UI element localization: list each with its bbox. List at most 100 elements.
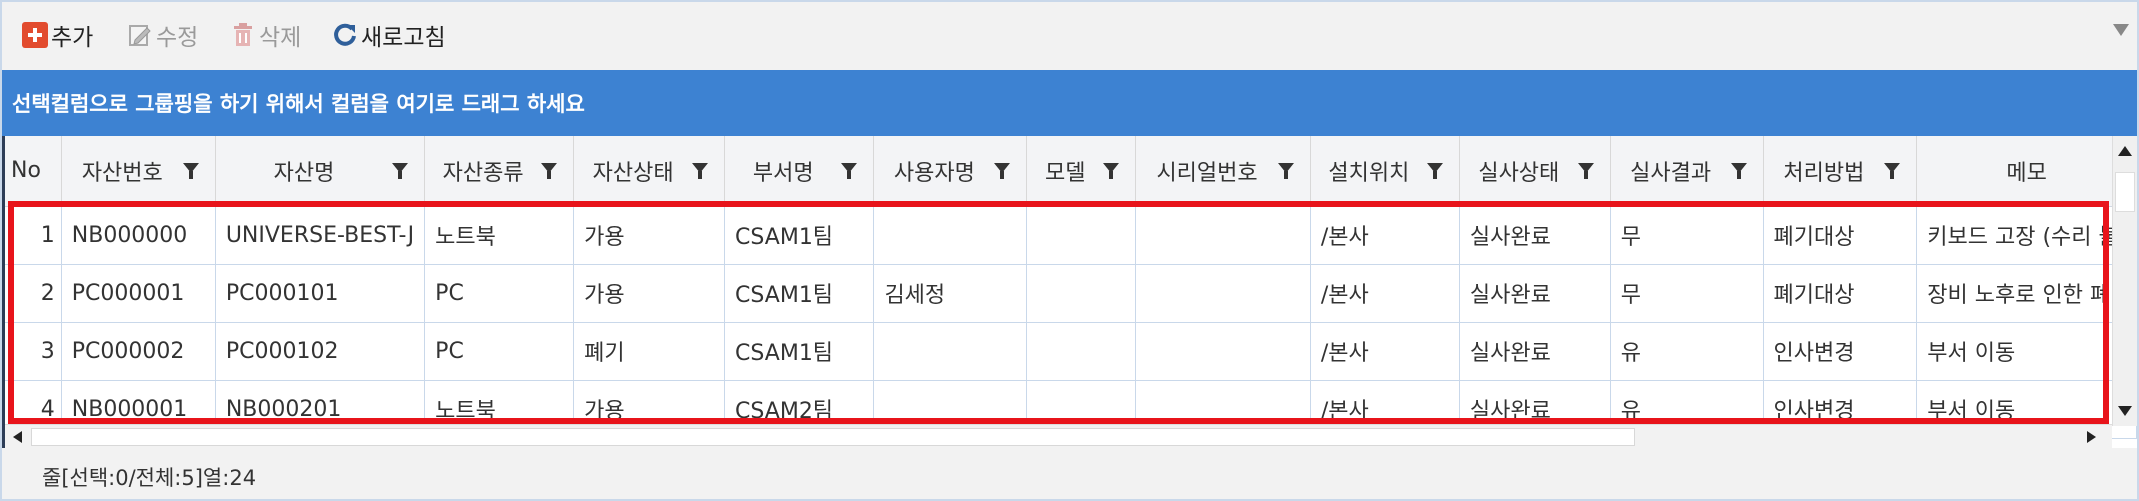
plus-icon bbox=[22, 22, 48, 48]
filter-icon[interactable] bbox=[182, 163, 199, 179]
table-cell[interactable] bbox=[1026, 264, 1137, 323]
column-header[interactable]: 자산명 bbox=[215, 136, 426, 207]
table-cell[interactable]: 키보드 고장 (수리 불 bbox=[1916, 206, 2137, 265]
table-cell[interactable]: 인사변경 bbox=[1763, 322, 1918, 381]
filter-icon[interactable] bbox=[1103, 163, 1120, 179]
table-cell[interactable]: 실사완료 bbox=[1459, 206, 1611, 265]
table-cell[interactable]: CSAM1팀 bbox=[724, 264, 875, 323]
column-header[interactable]: 실사결과 bbox=[1610, 136, 1764, 207]
asset-table: No 자산번호 자산명 자산종류 자산상태 부서명 사용자명 모델 시리얼번호 … bbox=[5, 136, 2137, 439]
column-header[interactable]: 부서명 bbox=[724, 136, 875, 207]
table-cell[interactable] bbox=[1026, 206, 1137, 265]
table-cell[interactable]: 가용 bbox=[573, 206, 726, 265]
table-cell[interactable] bbox=[873, 206, 1028, 265]
scroll-right-arrow-icon[interactable] bbox=[2087, 431, 2096, 443]
column-header[interactable]: 처리방법 bbox=[1763, 136, 1918, 207]
table-cell[interactable]: 노트북 bbox=[424, 206, 575, 265]
filter-icon[interactable] bbox=[1426, 163, 1443, 179]
table-cell[interactable] bbox=[873, 322, 1028, 381]
delete-button[interactable]: 삭제 bbox=[230, 16, 301, 54]
filter-icon[interactable] bbox=[692, 163, 709, 179]
scroll-up-arrow-icon[interactable] bbox=[2118, 146, 2132, 156]
filter-icon[interactable] bbox=[1884, 163, 1901, 179]
scroll-left-arrow-icon[interactable] bbox=[13, 431, 22, 443]
scroll-down-arrow-icon[interactable] bbox=[2118, 406, 2132, 416]
asset-grid: No 자산번호 자산명 자산종류 자산상태 부서명 사용자명 모델 시리얼번호 … bbox=[2, 136, 2137, 448]
table-cell[interactable]: PC000102 bbox=[215, 322, 426, 381]
filter-icon[interactable] bbox=[1577, 163, 1594, 179]
table-cell[interactable]: /본사 bbox=[1310, 206, 1460, 265]
table-cell[interactable]: 무 bbox=[1610, 206, 1764, 265]
status-bar-text: 줄[선택:0/전체:5]열:24 bbox=[42, 466, 257, 490]
table-cell[interactable]: 부서 이동 bbox=[1916, 322, 2137, 381]
vertical-scroll-thumb[interactable] bbox=[2115, 172, 2135, 212]
horizontal-scroll-thumb[interactable] bbox=[31, 428, 1635, 446]
table-cell[interactable]: PC000001 bbox=[61, 264, 216, 323]
column-header[interactable]: No bbox=[5, 136, 62, 207]
table-cell[interactable]: 가용 bbox=[573, 264, 726, 323]
table-cell[interactable]: 3 bbox=[5, 322, 62, 381]
column-header[interactable]: 메모 bbox=[1916, 136, 2137, 207]
filter-icon[interactable] bbox=[541, 163, 558, 179]
column-header[interactable]: 시리얼번호 bbox=[1135, 136, 1311, 207]
refresh-icon bbox=[332, 22, 358, 48]
filter-icon[interactable] bbox=[1730, 163, 1747, 179]
delete-button-label: 삭제 bbox=[259, 25, 302, 51]
table-cell[interactable]: 실사완료 bbox=[1459, 264, 1611, 323]
filter-icon[interactable] bbox=[994, 163, 1011, 179]
table-cell[interactable]: PC000101 bbox=[215, 264, 426, 323]
filter-icon[interactable] bbox=[841, 163, 858, 179]
collapse-arrow-icon[interactable] bbox=[2113, 24, 2129, 36]
edit-button[interactable]: 수정 bbox=[127, 16, 198, 54]
table-cell[interactable]: 김세정 bbox=[873, 264, 1028, 323]
group-by-panel-text: 선택컬럼으로 그룹핑을 하기 위해서 컬럼을 여기로 드래그 하세요 bbox=[12, 92, 585, 116]
refresh-button[interactable]: 새로고침 bbox=[332, 16, 446, 54]
edit-button-label: 수정 bbox=[156, 25, 199, 51]
group-by-panel[interactable]: 선택컬럼으로 그룹핑을 하기 위해서 컬럼을 여기로 드래그 하세요 bbox=[2, 70, 2137, 136]
refresh-button-label: 새로고침 bbox=[361, 25, 446, 51]
column-header[interactable]: 실사상태 bbox=[1459, 136, 1611, 207]
table-cell[interactable]: /본사 bbox=[1310, 322, 1460, 381]
add-button[interactable]: 추가 bbox=[22, 16, 93, 54]
table-cell[interactable]: CSAM1팀 bbox=[724, 206, 875, 265]
table-cell[interactable] bbox=[1135, 264, 1311, 323]
column-header[interactable]: 자산번호 bbox=[61, 136, 216, 207]
filter-icon[interactable] bbox=[1277, 163, 1294, 179]
horizontal-scrollbar[interactable] bbox=[5, 424, 2112, 448]
table-cell[interactable]: 폐기대상 bbox=[1763, 206, 1918, 265]
table-cell[interactable]: /본사 bbox=[1310, 264, 1460, 323]
toolbar: 추가 수정 삭제 새로고침 bbox=[2, 2, 2137, 68]
table-cell[interactable]: 무 bbox=[1610, 264, 1764, 323]
table-cell[interactable]: PC bbox=[424, 264, 575, 323]
table-row[interactable]: 1 NB000000 UNIVERSE-BEST-J 노트북 가용 CSAM1팀/본사 실사… bbox=[5, 206, 2137, 265]
add-button-label: 추가 bbox=[51, 25, 94, 51]
table-cell[interactable]: 유 bbox=[1610, 322, 1764, 381]
asset-grid-window: 추가 수정 삭제 새로고침 선택컬럼으로 그룹핑을 하기 위해서 컬럼을 여기로… bbox=[0, 0, 2139, 501]
table-cell[interactable]: 장비 노후로 인한 폐 bbox=[1916, 264, 2137, 323]
column-header[interactable]: 자산종류 bbox=[424, 136, 575, 207]
column-header[interactable]: 자산상태 bbox=[573, 136, 726, 207]
table-cell[interactable]: UNIVERSE-BEST-J bbox=[215, 206, 426, 265]
table-cell[interactable]: CSAM1팀 bbox=[724, 322, 875, 381]
table-cell[interactable]: 1 bbox=[5, 206, 62, 265]
table-cell[interactable]: 2 bbox=[5, 264, 62, 323]
table-cell[interactable]: NB000000 bbox=[61, 206, 216, 265]
table-cell[interactable]: PC bbox=[424, 322, 575, 381]
vertical-scrollbar[interactable] bbox=[2112, 136, 2137, 426]
table-cell[interactable]: PC000002 bbox=[61, 322, 216, 381]
table-row[interactable]: 3 PC000002 PC000102 PC 폐기 CSAM1팀/본사 실사완료 유 인사변경 부… bbox=[5, 322, 2137, 381]
trash-icon bbox=[230, 22, 256, 48]
table-cell[interactable]: 실사완료 bbox=[1459, 322, 1611, 381]
table-row[interactable]: 2 PC000001 PC000101 PC 가용 CSAM1팀 김세정/본사 실사완료 무 폐기… bbox=[5, 264, 2137, 323]
table-cell[interactable]: 폐기대상 bbox=[1763, 264, 1918, 323]
edit-icon bbox=[127, 22, 153, 48]
table-cell[interactable] bbox=[1135, 322, 1311, 381]
header-row: No 자산번호 자산명 자산종류 자산상태 부서명 사용자명 모델 시리얼번호 … bbox=[5, 136, 2137, 207]
column-header[interactable]: 설치위치 bbox=[1310, 136, 1460, 207]
table-cell[interactable]: 폐기 bbox=[573, 322, 726, 381]
filter-icon[interactable] bbox=[392, 163, 409, 179]
column-header[interactable]: 모델 bbox=[1026, 136, 1137, 207]
table-cell[interactable] bbox=[1026, 322, 1137, 381]
table-cell[interactable] bbox=[1135, 206, 1311, 265]
column-header[interactable]: 사용자명 bbox=[873, 136, 1028, 207]
